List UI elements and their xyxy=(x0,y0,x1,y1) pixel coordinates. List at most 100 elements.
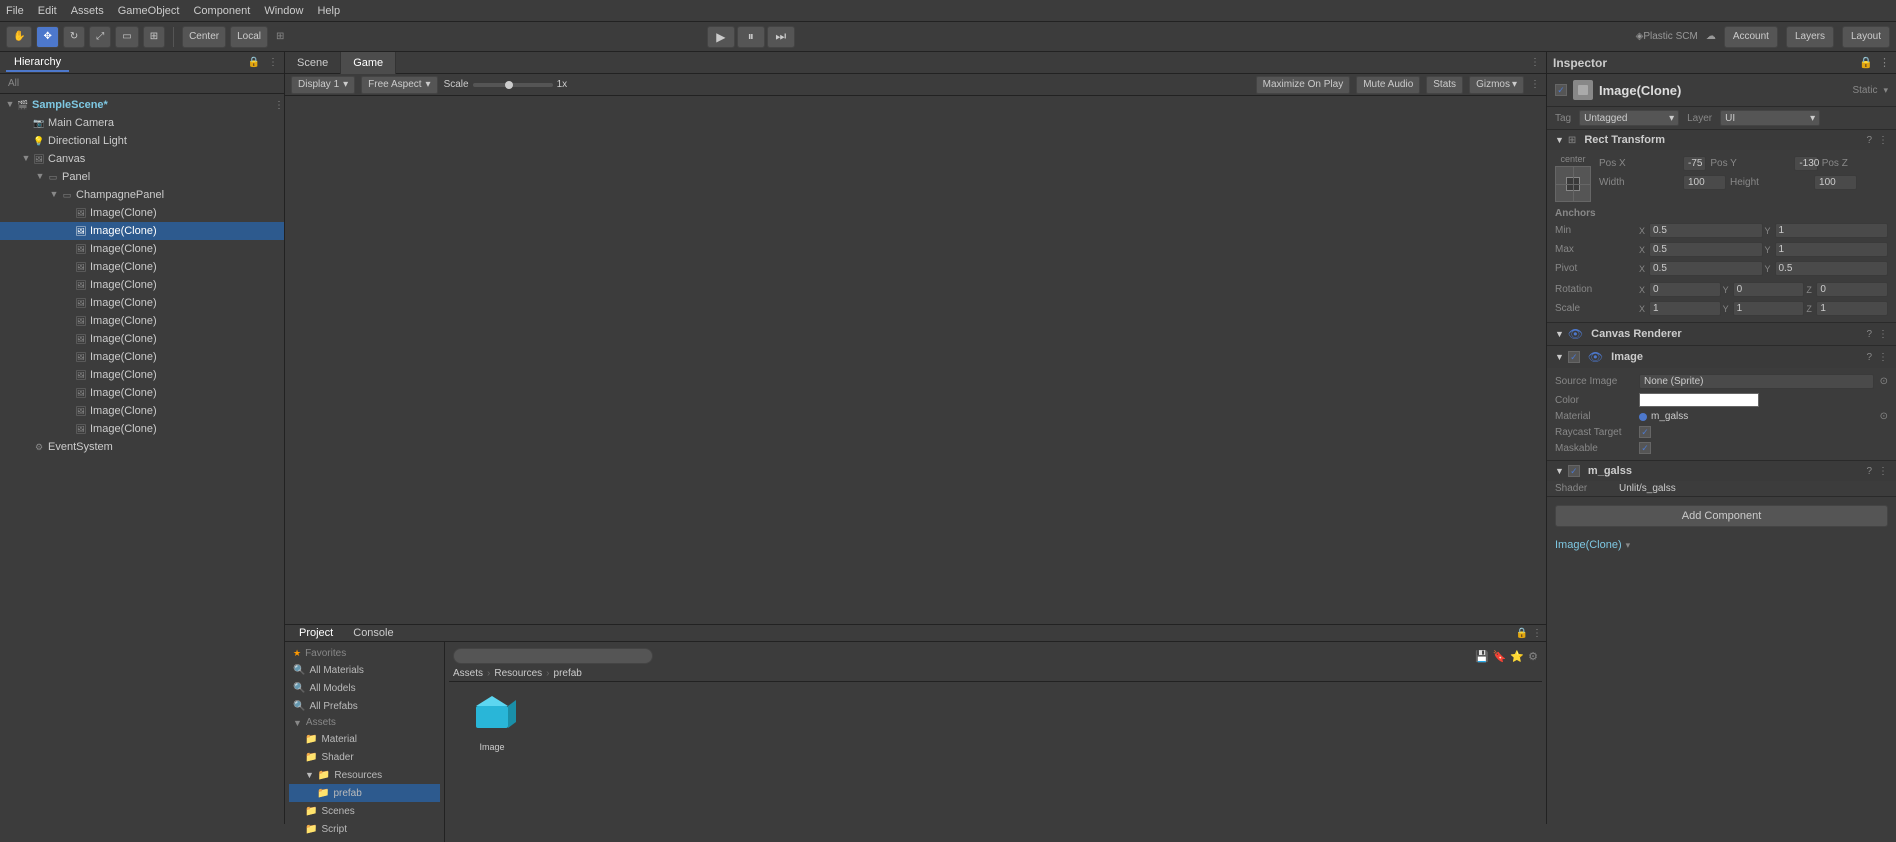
stats-btn[interactable]: Stats xyxy=(1426,76,1463,94)
play-button[interactable]: ▶ xyxy=(707,26,735,48)
aspect-dropdown[interactable]: Free Aspect ▾ xyxy=(361,76,437,94)
tool-move[interactable]: ✥ xyxy=(36,26,58,48)
pivot-y-val[interactable]: 0.5 xyxy=(1775,261,1889,276)
rot-z-val[interactable]: 0 xyxy=(1816,282,1888,297)
tag-dropdown[interactable]: Untagged ▾ xyxy=(1579,110,1679,126)
tree-item-imageclone-10[interactable]: 🖼 Image(Clone) xyxy=(0,366,284,384)
tool-scale[interactable]: ⤢ xyxy=(89,26,111,48)
tree-item-canvas[interactable]: ▼ 🖼 Canvas xyxy=(0,150,284,168)
canvas-renderer-menu[interactable]: ⋮ xyxy=(1878,329,1888,340)
gizmos-btn[interactable]: Gizmos ▾ xyxy=(1469,76,1524,94)
tree-item-imageclone-13[interactable]: 🖼 Image(Clone) xyxy=(0,420,284,438)
all-prefabs-item[interactable]: 🔍 All Prefabs xyxy=(289,697,440,715)
maskable-checkbox[interactable] xyxy=(1639,442,1651,454)
shader-value[interactable]: Unlit/s_galss xyxy=(1619,483,1676,494)
rect-help-icon[interactable]: ? xyxy=(1866,135,1872,146)
tree-item-maincamera[interactable]: 📷 Main Camera xyxy=(0,114,284,132)
hierarchy-tab[interactable]: Hierarchy xyxy=(6,54,69,72)
material-select-icon[interactable]: ⊙ xyxy=(1880,411,1888,422)
bottom-menu-icon[interactable]: ⋮ xyxy=(1532,628,1542,639)
all-materials-item[interactable]: 🔍 All Materials xyxy=(289,661,440,679)
posy-value[interactable]: -130 xyxy=(1794,156,1817,171)
scenes-folder[interactable]: 📁 Scenes xyxy=(289,802,440,820)
account-dropdown[interactable]: Account xyxy=(1724,26,1778,48)
plastic-scm-label[interactable]: ◈Plastic SCM xyxy=(1636,31,1698,42)
maximize-btn[interactable]: Maximize On Play xyxy=(1256,76,1351,94)
tool-rotate[interactable]: ↻ xyxy=(63,26,85,48)
tree-item-eventsystem[interactable]: ⚙ EventSystem xyxy=(0,438,284,456)
view-menu-icon[interactable]: ⋮ xyxy=(1530,79,1540,90)
scale-x-val[interactable]: 1 xyxy=(1649,301,1721,316)
tab-console[interactable]: Console xyxy=(343,625,403,641)
pivot-x-val[interactable]: 0.5 xyxy=(1649,261,1763,276)
tree-item-imageclone-8[interactable]: 🖼 Image(Clone) xyxy=(0,330,284,348)
tree-item-imageclone-7[interactable]: 🖼 Image(Clone) xyxy=(0,312,284,330)
width-value[interactable]: 100 xyxy=(1683,175,1726,190)
rot-x-val[interactable]: 0 xyxy=(1649,282,1721,297)
tree-item-directionallight[interactable]: 💡 Directional Light xyxy=(0,132,284,150)
tree-item-imageclone-12[interactable]: 🖼 Image(Clone) xyxy=(0,402,284,420)
image-help[interactable]: ? xyxy=(1866,352,1872,363)
anchor-min-x-val[interactable]: 0.5 xyxy=(1649,223,1763,238)
menu-gameobject[interactable]: GameObject xyxy=(118,5,180,17)
asset-image-prefab[interactable]: Image xyxy=(457,690,527,752)
image-clone-dropdown[interactable]: ▾ xyxy=(1626,540,1631,551)
prefab-folder[interactable]: 📁 prefab xyxy=(289,784,440,802)
tree-item-imageclone-2[interactable]: 🖼 Image(Clone) xyxy=(0,222,284,240)
image-enabled-checkbox[interactable] xyxy=(1568,351,1580,363)
mgalss-help[interactable]: ? xyxy=(1866,466,1872,477)
scale-slider-thumb[interactable] xyxy=(505,81,513,89)
menu-help[interactable]: Help xyxy=(317,5,340,17)
scene-menu[interactable]: ⋮ xyxy=(274,100,284,111)
tree-item-imageclone-9[interactable]: 🖼 Image(Clone) xyxy=(0,348,284,366)
source-image-select-icon[interactable]: ⊙ xyxy=(1880,376,1888,387)
breadcrumb-prefab[interactable]: prefab xyxy=(554,668,582,679)
height-value[interactable]: 100 xyxy=(1814,175,1857,190)
tool-rect[interactable]: ▭ xyxy=(115,26,138,48)
layout-dropdown[interactable]: Layout xyxy=(1842,26,1890,48)
anchor-min-y-val[interactable]: 1 xyxy=(1775,223,1889,238)
breadcrumb-resources[interactable]: Resources xyxy=(494,668,542,679)
hierarchy-menu-icon[interactable]: ⋮ xyxy=(268,57,278,68)
tree-item-panel[interactable]: ▼ ▭ Panel xyxy=(0,168,284,186)
menu-file[interactable]: File xyxy=(6,5,24,17)
layers-dropdown[interactable]: Layers xyxy=(1786,26,1834,48)
raycast-checkbox[interactable] xyxy=(1639,426,1651,438)
scene-menu-icon[interactable]: ⋮ xyxy=(1530,57,1546,68)
tree-item-imageclone-5[interactable]: 🖼 Image(Clone) xyxy=(0,276,284,294)
scale-y-val[interactable]: 1 xyxy=(1733,301,1805,316)
anchor-box[interactable] xyxy=(1555,166,1591,202)
tab-scene[interactable]: Scene xyxy=(285,52,341,74)
step-button[interactable]: ⏭ xyxy=(767,26,795,48)
shader-folder[interactable]: 📁 Shader xyxy=(289,748,440,766)
menu-assets[interactable]: Assets xyxy=(71,5,104,17)
image-component-header[interactable]: ▼ 👁 Image ? ⋮ xyxy=(1547,346,1896,368)
menu-component[interactable]: Component xyxy=(193,5,250,17)
local-button[interactable]: Local xyxy=(230,26,268,48)
scale-slider-track[interactable] xyxy=(473,83,553,87)
inspector-lock-icon[interactable]: 🔒 xyxy=(1859,56,1873,69)
anchor-max-x-val[interactable]: 0.5 xyxy=(1649,242,1763,257)
pause-button[interactable]: ⏸ xyxy=(737,26,765,48)
inspector-menu-icon[interactable]: ⋮ xyxy=(1879,56,1890,69)
tool-transform[interactable]: ⊞ xyxy=(143,26,165,48)
center-button[interactable]: Center xyxy=(182,26,226,48)
project-search-input[interactable] xyxy=(453,648,653,664)
tree-item-imageclone-6[interactable]: 🖼 Image(Clone) xyxy=(0,294,284,312)
canvas-renderer-help[interactable]: ? xyxy=(1866,329,1872,340)
rot-y-val[interactable]: 0 xyxy=(1733,282,1805,297)
display-dropdown[interactable]: Display 1 ▾ xyxy=(291,76,355,94)
script-folder[interactable]: 📁 Script xyxy=(289,820,440,838)
anchor-max-y-val[interactable]: 1 xyxy=(1775,242,1889,257)
mgalss-enabled-checkbox[interactable] xyxy=(1568,465,1580,477)
layer-dropdown[interactable]: UI ▾ xyxy=(1720,110,1820,126)
tree-item-imageclone-4[interactable]: 🖼 Image(Clone) xyxy=(0,258,284,276)
hierarchy-content[interactable]: ▼ 🎬 SampleScene* ⋮ 📷 Main Camera 💡 Direc… xyxy=(0,94,284,824)
tree-item-imageclone-3[interactable]: 🖼 Image(Clone) xyxy=(0,240,284,258)
rect-transform-header[interactable]: ▼ ⊞ Rect Transform ? ⋮ xyxy=(1547,130,1896,150)
tab-game[interactable]: Game xyxy=(341,52,396,74)
tree-item-samplescene[interactable]: ▼ 🎬 SampleScene* ⋮ xyxy=(0,96,284,114)
image-menu[interactable]: ⋮ xyxy=(1878,352,1888,363)
resources-folder[interactable]: ▼ 📁 Resources xyxy=(289,766,440,784)
add-component-button[interactable]: Add Component xyxy=(1555,505,1888,527)
